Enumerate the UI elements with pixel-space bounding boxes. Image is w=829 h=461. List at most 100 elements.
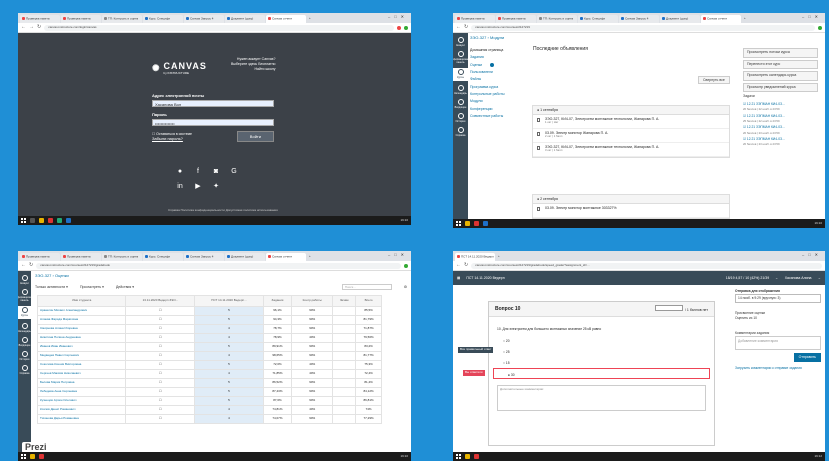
score-field[interactable]: Оценить из 10 (735, 316, 821, 321)
linkedin-icon[interactable]: in (171, 183, 189, 192)
back-icon[interactable]: ← (456, 24, 461, 30)
student-name[interactable]: Медведев Павел Сергеевич (36, 351, 127, 361)
student-name[interactable]: Алиева Фарида Маратовна (36, 315, 127, 325)
browser-tab[interactable]: Canvas отчетн (266, 253, 306, 261)
global-nav-item[interactable]: Справка (456, 126, 465, 137)
grade-cell[interactable]: 83,2% (355, 342, 382, 352)
grade-cell[interactable]: 4 (194, 405, 264, 415)
grade-cell[interactable]: ☐ (125, 324, 196, 334)
browser-tab[interactable]: Проверка пакета (20, 15, 60, 23)
download-comments-link[interactable]: Загрузить комментарии к отправке задания (735, 366, 821, 371)
grade-cell[interactable]: 87,6% (262, 396, 293, 406)
collapse-all-button[interactable]: Свернуть все (698, 76, 730, 85)
submission-select[interactable]: 14 нояб. в 9:29 (вручную: 3) (735, 293, 821, 303)
password-field[interactable]: •••••••••••••• (152, 119, 274, 126)
points-input[interactable] (654, 305, 683, 311)
grade-cell[interactable] (332, 396, 357, 406)
grade-cell[interactable]: 78,9% (262, 333, 293, 343)
student-name[interactable]: Иванов Иван Иванович (36, 342, 127, 352)
module-item-title[interactable]: 03.09. Электр монитор монтажное 303327% (545, 206, 725, 210)
explorer-icon[interactable] (30, 454, 35, 459)
grade-cell[interactable] (332, 414, 357, 424)
grade-cell[interactable] (332, 360, 357, 370)
grade-cell[interactable]: ☐ (125, 306, 196, 316)
student-name[interactable]: Лебедева Анна Сергеевна (36, 387, 127, 397)
send-comment-button[interactable]: Отправить (793, 352, 821, 362)
browser-tab[interactable]: Canvas Запрос 4 (184, 253, 224, 261)
chrome-icon[interactable] (474, 221, 479, 226)
search-input[interactable]: Поиск... (341, 284, 392, 290)
browser-tab[interactable]: ТП: Контроль и оценк (102, 15, 142, 23)
back-icon[interactable]: ← (456, 262, 461, 268)
grade-cell[interactable]: ☐ (125, 369, 196, 379)
grade-cell[interactable] (332, 315, 357, 325)
word-icon[interactable] (66, 218, 71, 223)
instagram-icon[interactable]: ◙ (207, 168, 225, 177)
course-nav-item[interactable]: Оценки (470, 62, 520, 69)
chrome-icon[interactable] (48, 218, 53, 223)
profile-icon[interactable] (818, 25, 822, 30)
browser-tab[interactable]: ПСТ 14.11.2020 Ведерп (455, 253, 495, 261)
window-controls[interactable]: –□✕ (388, 252, 408, 257)
grade-cell[interactable] (332, 369, 357, 379)
gradebook-icon[interactable]: ▦ (457, 276, 460, 280)
grade-cell[interactable]: 81,79% (355, 315, 382, 325)
student-name[interactable]: Смирнова Алина Игоревна (36, 324, 127, 334)
course-nav-item[interactable]: Модули (470, 98, 520, 105)
grade-cell[interactable]: 77,29% (355, 414, 382, 424)
todo-item[interactable]: ☑ 12.21 ЗЭПМАН КИ4-03... 20 баллов | 22 н… (743, 102, 818, 112)
student-name[interactable]: Соколова Ксения Викторовна (36, 360, 127, 370)
grade-cell[interactable] (332, 351, 357, 361)
actions-dropdown[interactable]: Действия ▾ (116, 285, 134, 289)
grade-cell[interactable]: 71,87% (355, 324, 382, 334)
grade-cell[interactable]: 72,4% (355, 369, 382, 379)
column-header[interactable]: 13.11.2020 Ведерп ЗЭО... (125, 295, 196, 307)
browser-tab[interactable]: + (496, 253, 504, 261)
view-dropdown[interactable]: Просмотреть ▾ (80, 285, 104, 289)
global-nav-item[interactable]: Аккаунт (456, 37, 465, 47)
grade-cell[interactable]: ☐ (125, 414, 196, 424)
window-controls[interactable]: –□✕ (802, 252, 822, 257)
grade-cell[interactable]: 4 (194, 414, 264, 424)
browser-tab[interactable]: + (307, 253, 315, 261)
filter-dropdown[interactable]: Только активности ▾ (35, 285, 68, 289)
module-item[interactable]: ЗЭО-327, КИ4-07, Электрогем монтажное те… (533, 143, 729, 157)
twitter-icon[interactable]: ✦ (207, 183, 225, 192)
grade-cell[interactable] (332, 405, 357, 415)
global-nav-item[interactable]: Информационная панель (18, 289, 35, 302)
grade-cell[interactable]: 71,85% (262, 369, 293, 379)
grade-cell[interactable] (332, 378, 357, 388)
grade-cell[interactable]: ☐ (125, 396, 196, 406)
grade-cell[interactable]: 4 (194, 333, 264, 343)
course-nav-item[interactable]: Пользователи (470, 69, 520, 76)
global-nav-item[interactable]: Информационная панель (453, 51, 471, 64)
grade-cell[interactable]: ☐ (125, 333, 196, 343)
grade-cell[interactable]: 90% (291, 378, 334, 388)
sidebar-button[interactable]: Просмотр уведомлений курса (743, 82, 818, 93)
reload-icon[interactable]: ↻ (464, 24, 468, 30)
explorer-icon[interactable] (465, 221, 470, 226)
global-nav-item[interactable]: Календарь (454, 84, 467, 95)
grade-cell[interactable]: 90% (291, 351, 334, 361)
grade-cell[interactable]: 5 (194, 315, 264, 325)
grade-cell[interactable]: 86,81% (355, 396, 382, 406)
sidebar-button[interactable]: Просмотреть потоки курса (743, 48, 818, 58)
column-header[interactable]: Экзам (332, 295, 357, 307)
google-icon[interactable]: G (225, 168, 243, 177)
browser-tab[interactable]: Canvas Запрос 4 (184, 15, 224, 23)
grade-cell[interactable]: ☐ (125, 378, 196, 388)
back-icon[interactable]: ← (21, 262, 26, 268)
todo-item[interactable]: ☑ 12.21 ЗЭПМАН КИ4-03... 25 баллов | 22 н… (743, 114, 818, 124)
grade-cell[interactable]: 5 (194, 378, 264, 388)
grade-cell[interactable]: 90% (291, 306, 334, 316)
grade-cell[interactable]: 75,3% (355, 360, 382, 370)
login-button[interactable]: Войти (236, 131, 274, 142)
module-item[interactable]: ЗЭО-327, КИ4-07, Электрогем монтажное те… (533, 115, 729, 129)
search-icon[interactable] (30, 218, 35, 223)
extension-icon[interactable] (397, 25, 401, 30)
breadcrumb[interactable]: ЗЭО-327 › Модули (470, 35, 504, 40)
grade-cell[interactable]: 5 (194, 360, 264, 370)
browser-tab[interactable]: Canvas отчетн (266, 15, 306, 23)
grade-cell[interactable]: ☐ (125, 405, 196, 415)
grade-cell[interactable]: 5 (194, 342, 264, 352)
